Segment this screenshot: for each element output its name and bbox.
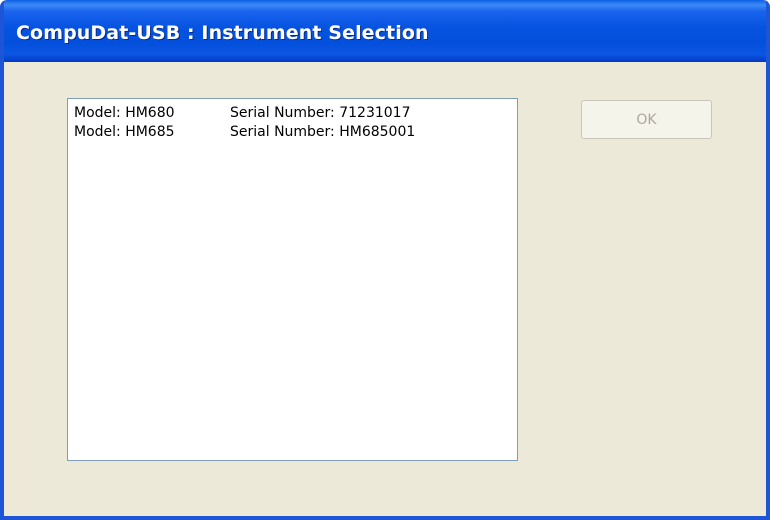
window-title: CompuDat-USB : Instrument Selection — [16, 22, 429, 44]
instrument-model-label: Model: HM685 — [74, 124, 175, 140]
instrument-serial-label: Serial Number: HM685001 — [230, 124, 416, 140]
dialog-window: CompuDat-USB : Instrument Selection Mode… — [0, 0, 770, 520]
title-bar[interactable]: CompuDat-USB : Instrument Selection — [4, 0, 766, 62]
list-item-instrument-2[interactable]: Model: HM685 Serial Number: HM685001 — [68, 124, 517, 143]
ok-button[interactable]: OK — [581, 100, 712, 139]
dialog-body: Model: HM680 Serial Number: 71231017 Mod… — [4, 62, 766, 516]
instrument-model-label: Model: HM680 — [74, 105, 175, 121]
instrument-listbox[interactable]: Model: HM680 Serial Number: 71231017 Mod… — [67, 98, 518, 461]
instrument-serial-label: Serial Number: 71231017 — [230, 105, 411, 121]
list-item-instrument-1[interactable]: Model: HM680 Serial Number: 71231017 — [68, 105, 517, 124]
